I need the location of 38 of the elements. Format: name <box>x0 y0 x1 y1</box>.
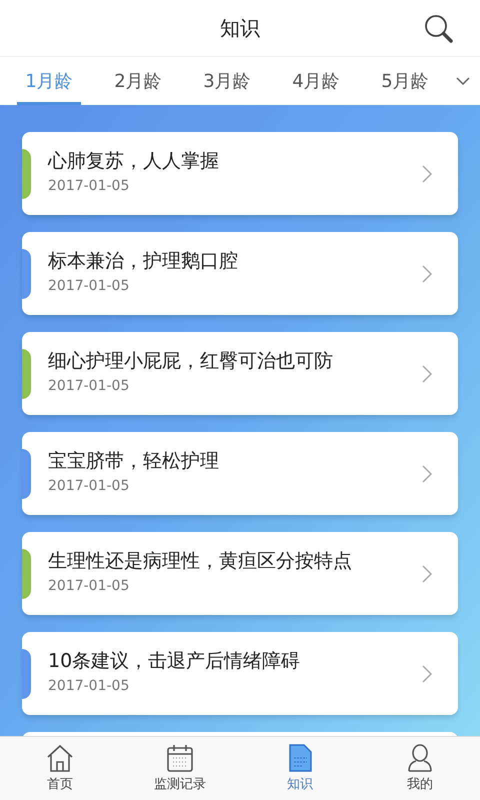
nav-tab[interactable]: 监测记录 <box>120 737 240 800</box>
article-date: 2017-01-05 <box>48 477 130 496</box>
article-card[interactable]: 心肺复苏，人人掌握 2017-01-05 <box>22 132 458 215</box>
chevron-down-icon[interactable] <box>456 77 470 85</box>
article-title: 细心护理小屁屁，红臀可治也可防 <box>48 350 334 374</box>
chevron-right-icon <box>422 364 432 382</box>
article-title: 生理性还是病理性，黄疸区分按特点 <box>48 550 353 574</box>
article-date: 2017-01-05 <box>48 177 130 196</box>
age-tab[interactable]: 2月龄 <box>106 57 170 105</box>
chevron-right-icon <box>422 164 432 182</box>
article-card[interactable]: 标本兼治，护理鹅口腔 2017-01-05 <box>22 232 458 315</box>
nav-tab[interactable]: 知识 <box>240 737 360 800</box>
page-title: 知识 <box>220 15 260 42</box>
article-card[interactable]: 10条建议，击退产后情绪障碍 2017-01-05 <box>22 632 458 715</box>
search-icon[interactable] <box>424 14 454 44</box>
age-tab[interactable]: 3月龄 <box>195 57 259 105</box>
article-date: 2017-01-05 <box>48 577 130 596</box>
article-date: 2017-01-05 <box>48 277 130 296</box>
chevron-right-icon <box>422 664 432 682</box>
article-card[interactable]: 细心护理小屁屁，红臀可治也可防 2017-01-05 <box>22 332 458 415</box>
chevron-right-icon <box>422 264 432 282</box>
person-icon <box>405 742 435 773</box>
article-title: 宝宝脐带，轻松护理 <box>48 450 220 474</box>
article-date: 2017-01-05 <box>48 377 130 396</box>
home-icon <box>45 742 75 773</box>
nav-tab[interactable]: 我的 <box>360 737 480 800</box>
article-title: 10条建议，击退产后情绪障碍 <box>48 650 302 674</box>
chevron-right-icon <box>422 564 432 582</box>
calendar-icon <box>165 742 195 773</box>
nav-tab[interactable]: 首页 <box>0 737 120 800</box>
article-title: 标本兼治，护理鹅口腔 <box>48 250 239 274</box>
article-date: 2017-01-05 <box>48 677 130 696</box>
age-tab[interactable]: 5月龄 <box>373 57 437 105</box>
article-card[interactable]: 生理性还是病理性，黄疸区分按特点 2017-01-05 <box>22 532 458 615</box>
age-tab[interactable]: 4月龄 <box>284 57 348 105</box>
chevron-right-icon <box>422 464 432 482</box>
article-card[interactable]: 宝宝脐带，轻松护理 2017-01-05 <box>22 432 458 515</box>
article-title: 心肺复苏，人人掌握 <box>48 150 220 174</box>
